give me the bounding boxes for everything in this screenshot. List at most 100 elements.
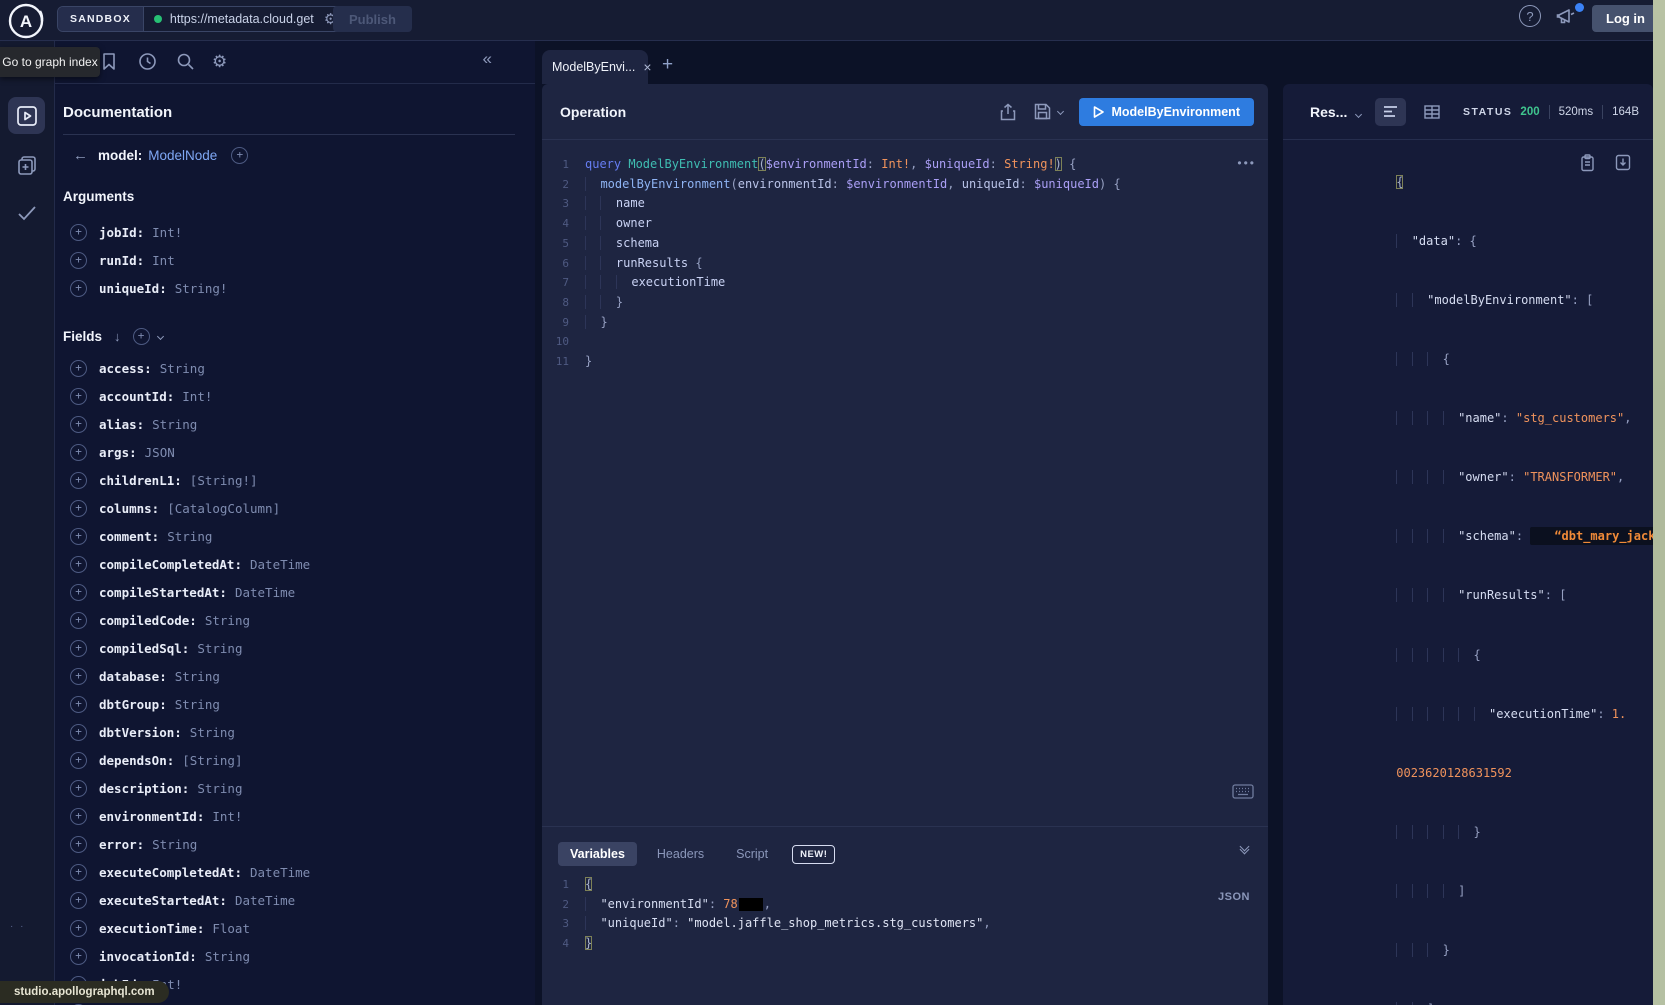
response-line[interactable]: "executionTime": 1. <box>1324 685 1647 744</box>
code-line[interactable]: } <box>578 313 608 333</box>
add-field-icon[interactable]: + <box>70 696 87 713</box>
add-field-icon[interactable]: + <box>70 640 87 657</box>
field-type[interactable]: String <box>197 781 242 796</box>
field-name[interactable]: args: <box>99 445 137 460</box>
login-button[interactable]: Log in <box>1592 5 1659 32</box>
download-response-icon[interactable] <box>1615 154 1631 172</box>
code-line[interactable]: } <box>578 352 592 372</box>
query-editor-line[interactable]: 7 executionTime <box>542 273 1268 293</box>
add-field-icon[interactable]: + <box>70 948 87 965</box>
run-operation-button[interactable]: ModelByEnvironment <box>1079 98 1255 126</box>
add-all-fields-icon[interactable]: + <box>231 147 248 164</box>
field-name[interactable]: alias: <box>99 417 144 432</box>
code-line[interactable] <box>578 332 585 352</box>
field-name[interactable]: dependsOn: <box>99 753 174 768</box>
variables-editor-line[interactable]: 2 "environmentId": 78, <box>542 895 1268 915</box>
field-name[interactable]: compiledSql: <box>99 641 189 656</box>
explorer-nav-icon[interactable] <box>8 97 45 134</box>
field-type[interactable]: String <box>205 613 250 628</box>
code-line[interactable]: name <box>578 194 645 214</box>
docs-settings-icon[interactable]: ⚙ <box>212 52 227 71</box>
argument-type[interactable]: Int! <box>152 225 182 240</box>
code-line[interactable]: schema <box>578 234 659 254</box>
response-line[interactable]: ] <box>1324 862 1647 921</box>
add-argument-icon[interactable]: + <box>70 224 87 241</box>
add-argument-icon[interactable]: + <box>70 280 87 297</box>
response-line[interactable]: "modelByEnvironment": [ <box>1324 271 1647 330</box>
share-operation-icon[interactable] <box>1000 103 1016 121</box>
field-type[interactable]: DateTime <box>250 557 310 572</box>
breadcrumb-type-link[interactable]: ModelNode <box>148 148 217 163</box>
add-field-icon[interactable]: + <box>70 528 87 545</box>
query-editor-line[interactable]: 11 } <box>542 352 1268 372</box>
query-editor-line[interactable]: 10 <box>542 332 1268 352</box>
field-name[interactable]: accountId: <box>99 389 174 404</box>
field-name[interactable]: compiledCode: <box>99 613 197 628</box>
search-icon[interactable] <box>176 52 195 71</box>
field-type[interactable]: String <box>152 417 197 432</box>
query-editor-line[interactable]: 2 modelByEnvironment(environmentId: $env… <box>542 175 1268 195</box>
field-type[interactable]: String <box>152 837 197 852</box>
help-icon[interactable]: ? <box>1519 5 1541 27</box>
new-tab-icon[interactable]: + <box>662 54 673 76</box>
keyboard-shortcuts-icon[interactable] <box>1232 784 1254 799</box>
field-type[interactable]: String <box>190 725 235 740</box>
bookmark-icon[interactable] <box>101 52 117 71</box>
field-name[interactable]: childrenL1: <box>99 473 182 488</box>
response-line[interactable]: "name": "stg_customers", <box>1324 389 1647 448</box>
add-field-icon[interactable]: + <box>70 556 87 573</box>
field-name[interactable]: description: <box>99 781 189 796</box>
sort-fields-icon[interactable]: ↓ <box>114 329 121 344</box>
variables-editor-line[interactable]: 3 "uniqueId": "model.jaffle_shop_metrics… <box>542 914 1268 934</box>
add-field-icon[interactable]: + <box>70 612 87 629</box>
argument-name[interactable]: uniqueId: <box>99 281 167 296</box>
editor-options-icon[interactable]: ••• <box>1237 156 1256 170</box>
add-field-icon[interactable]: + <box>70 472 87 489</box>
field-name[interactable]: executeStartedAt: <box>99 893 227 908</box>
code-line[interactable]: "environmentId": 78, <box>578 895 771 915</box>
code-line[interactable]: { <box>578 875 592 895</box>
field-type[interactable]: [CatalogColumn] <box>167 501 280 516</box>
query-editor[interactable]: 1 query ModelByEnvironment($environmentI… <box>542 140 1268 372</box>
add-field-icon[interactable]: + <box>70 808 87 825</box>
field-name[interactable]: executeCompletedAt: <box>99 865 242 880</box>
code-line[interactable]: query ModelByEnvironment($environmentId:… <box>578 155 1076 175</box>
field-name[interactable]: dbtGroup: <box>99 697 167 712</box>
copy-response-icon[interactable] <box>1580 154 1595 172</box>
field-name[interactable]: dbtVersion: <box>99 725 182 740</box>
endpoint-url-field[interactable]: https://metadata.cloud.get ⚙ <box>144 7 352 31</box>
save-menu-chevron-icon[interactable] <box>1056 108 1063 115</box>
argument-name[interactable]: runId: <box>99 253 144 268</box>
field-type[interactable]: DateTime <box>235 585 295 600</box>
field-name[interactable]: compileCompletedAt: <box>99 557 242 572</box>
add-field-icon[interactable]: + <box>70 444 87 461</box>
history-icon[interactable] <box>138 52 157 71</box>
field-type[interactable]: DateTime <box>250 865 310 880</box>
code-line[interactable]: executionTime <box>578 273 725 293</box>
field-type[interactable]: String <box>197 641 242 656</box>
query-editor-line[interactable]: 9 } <box>542 313 1268 333</box>
field-type[interactable]: Int! <box>212 809 242 824</box>
announcements-icon[interactable] <box>1556 7 1578 27</box>
field-name[interactable]: columns: <box>99 501 159 516</box>
code-line[interactable]: "uniqueId": "model.jaffle_shop_metrics.s… <box>578 914 991 934</box>
field-name[interactable]: invocationId: <box>99 949 197 964</box>
add-argument-icon[interactable]: + <box>70 252 87 269</box>
close-tab-icon[interactable]: × <box>643 59 651 75</box>
field-name[interactable]: environmentId: <box>99 809 204 824</box>
response-menu-chevron-icon[interactable] <box>1356 104 1361 122</box>
variables-editor-line[interactable]: 4 } <box>542 934 1268 954</box>
fields-menu-chevron-icon[interactable] <box>156 333 163 340</box>
field-type[interactable]: [String] <box>182 753 242 768</box>
operation-tab[interactable]: ModelByEnvi... × <box>542 50 648 84</box>
field-type[interactable]: String <box>175 669 220 684</box>
apollo-logo[interactable]: A <box>7 2 45 40</box>
add-field-icon[interactable]: + <box>70 500 87 517</box>
response-line[interactable]: { <box>1324 626 1647 685</box>
add-field-icon[interactable]: + <box>70 416 87 433</box>
response-line[interactable]: } <box>1324 921 1647 980</box>
response-line[interactable]: "owner": "TRANSFORMER", <box>1324 449 1647 508</box>
field-name[interactable]: error: <box>99 837 144 852</box>
response-view-raw-icon[interactable] <box>1375 98 1406 126</box>
response-line[interactable]: { <box>1324 330 1647 389</box>
